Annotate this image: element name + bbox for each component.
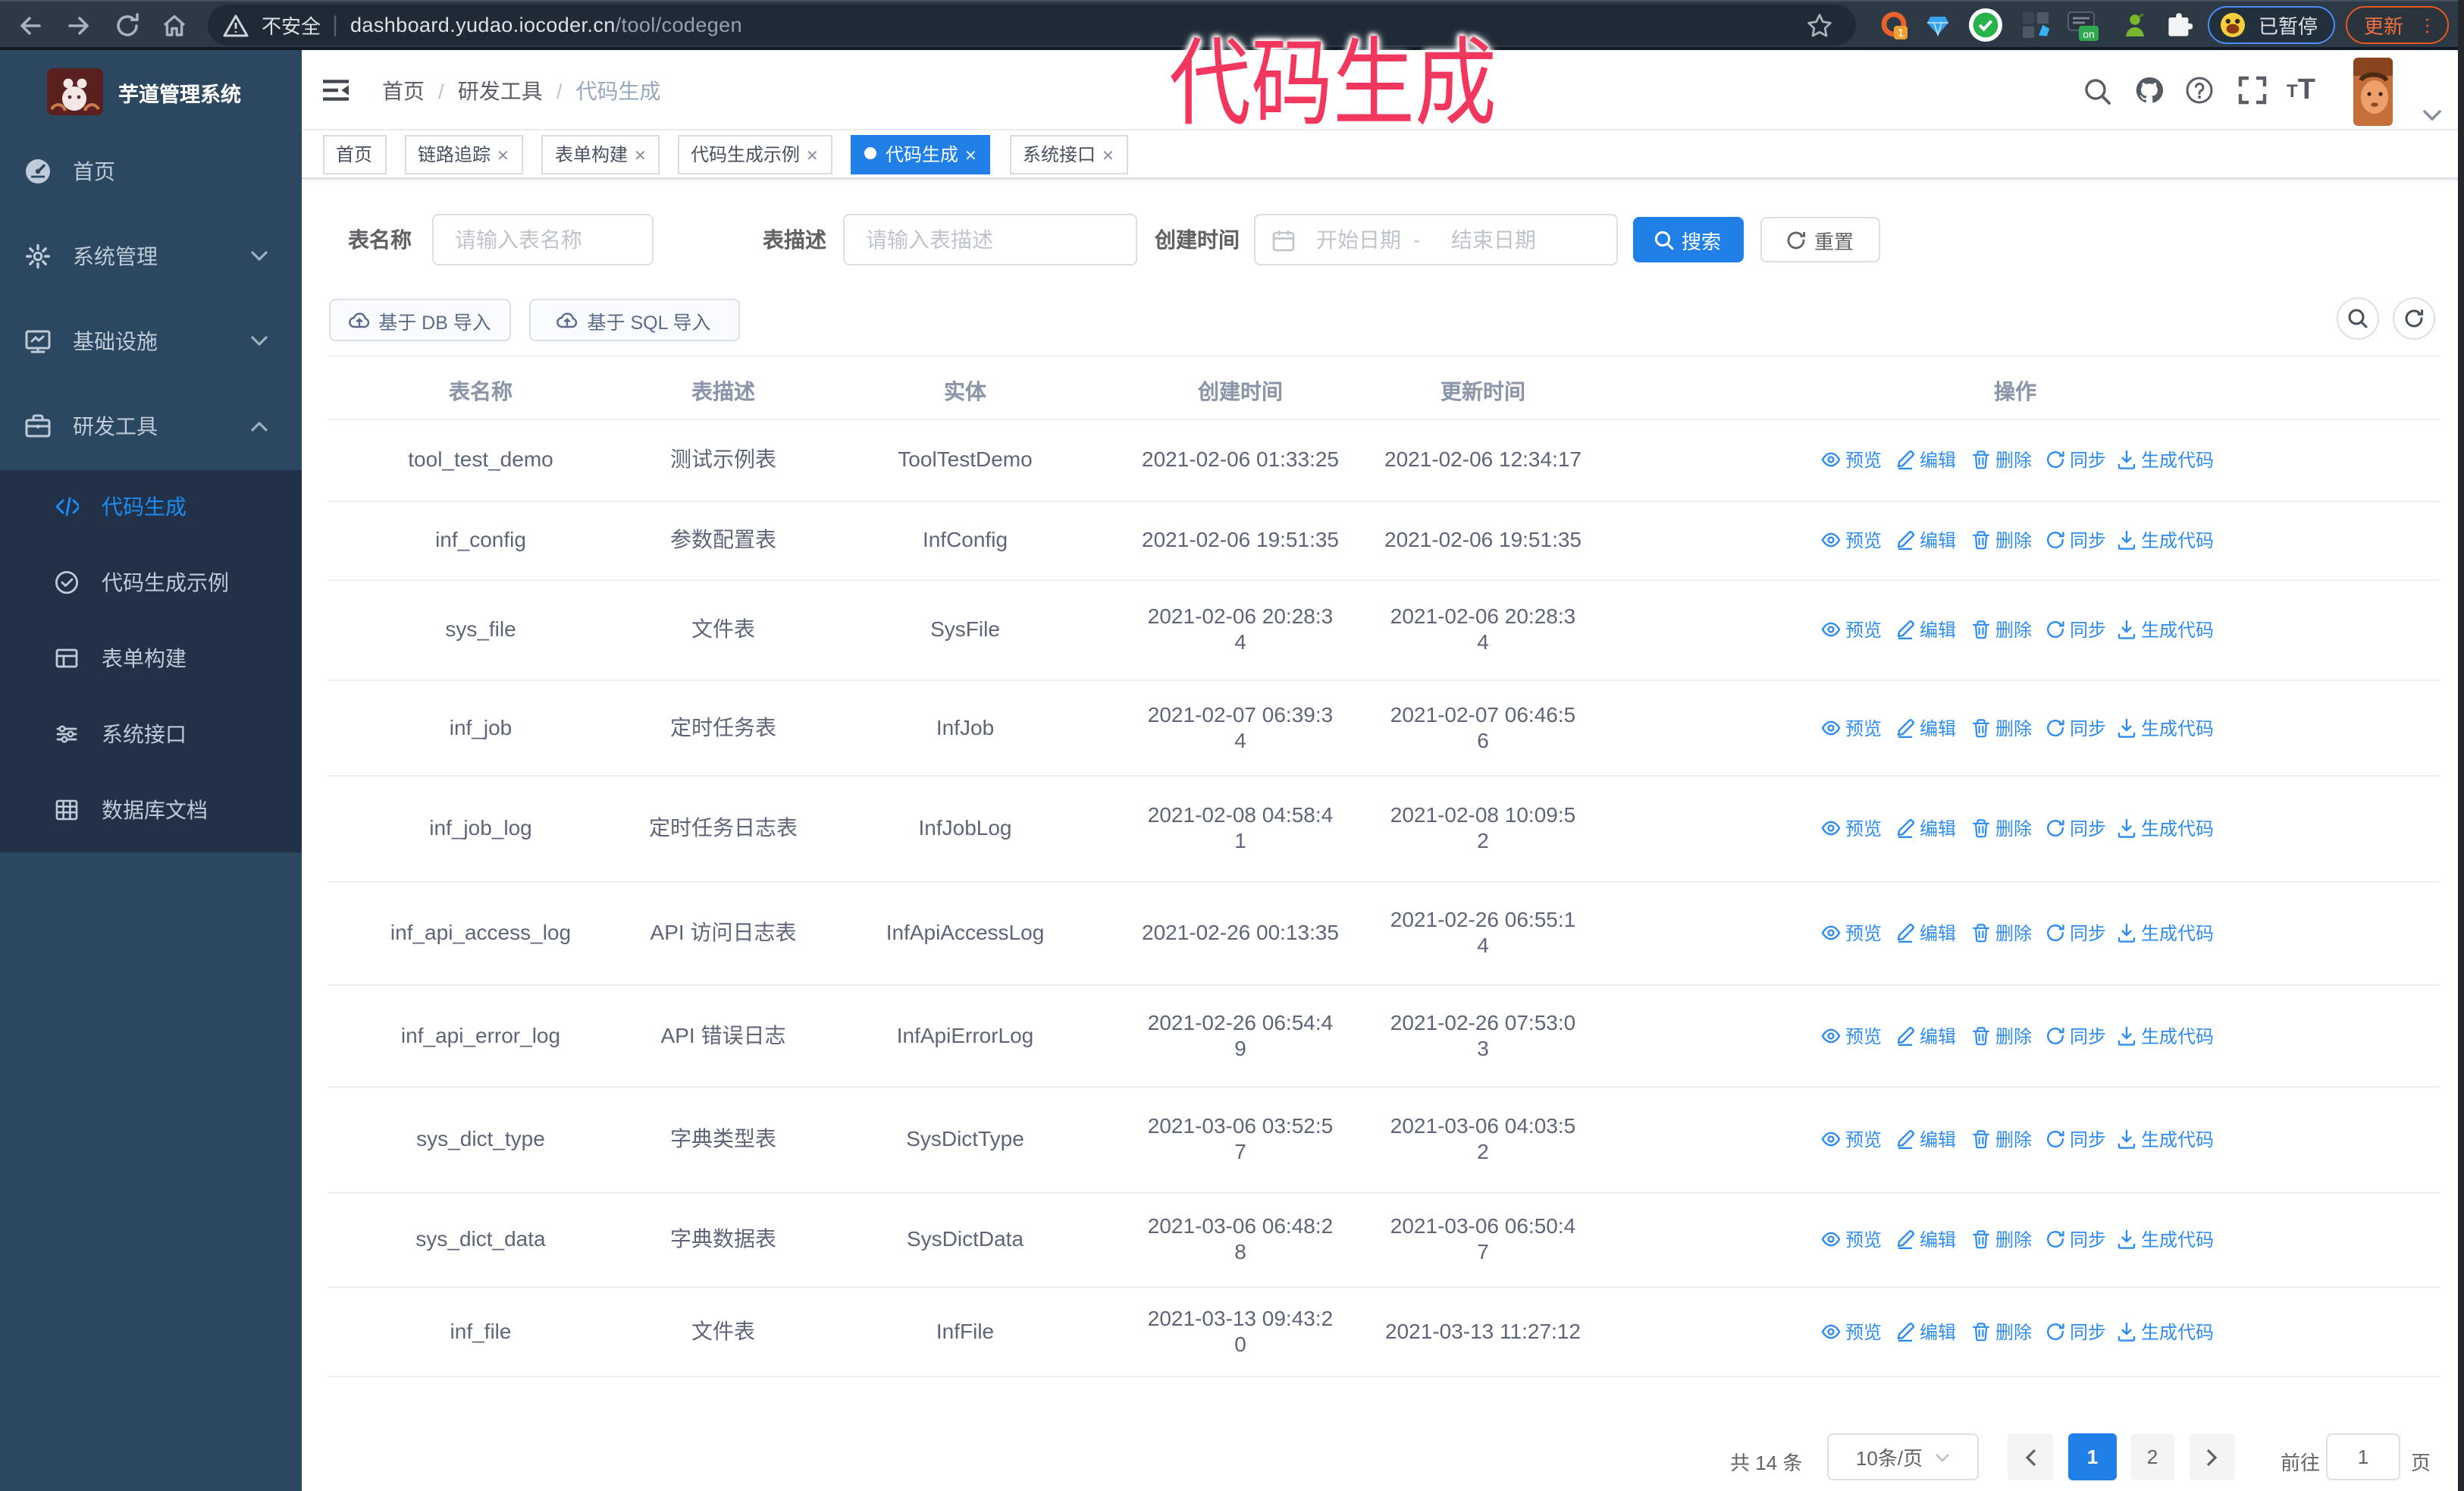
svg-text:on: on	[2082, 27, 2094, 39]
svg-text:1: 1	[1897, 26, 1903, 39]
